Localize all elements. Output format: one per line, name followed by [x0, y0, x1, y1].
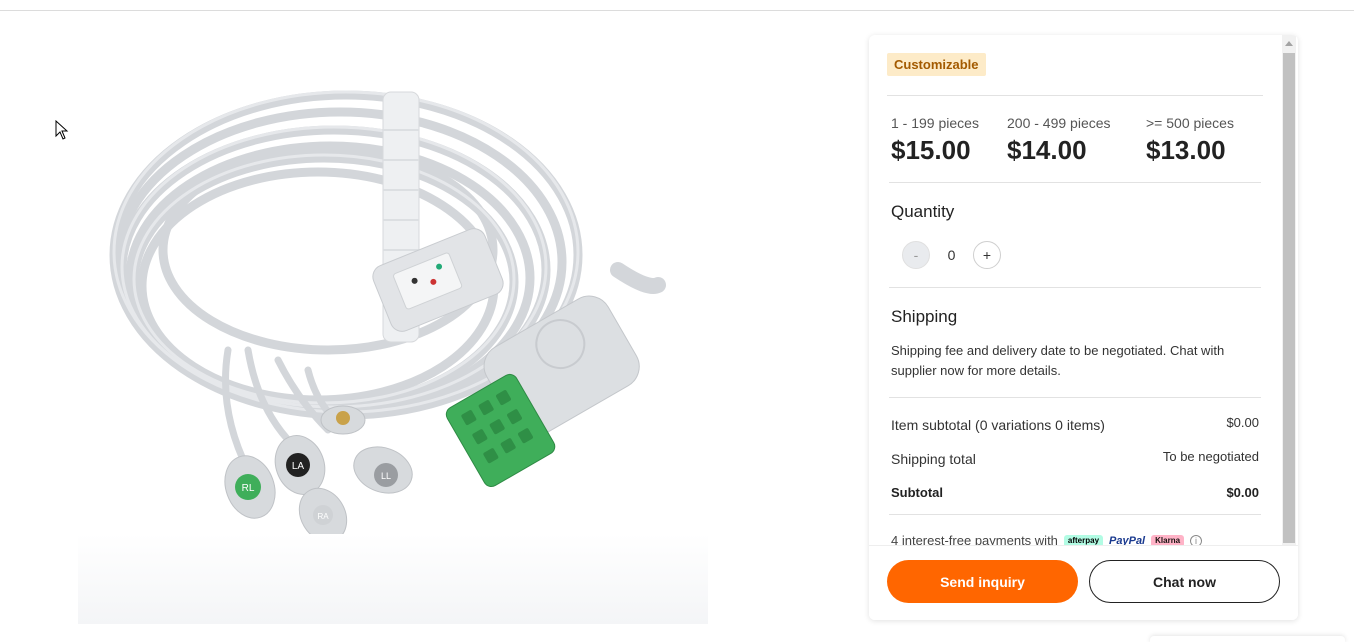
price-tier-range: 1 - 199 pieces	[891, 115, 979, 131]
send-inquiry-button[interactable]: Send inquiry	[887, 560, 1078, 603]
klarna-logo: Klarna	[1151, 534, 1185, 545]
installment-payments: 4 interest-free payments with afterpay P…	[891, 533, 1203, 546]
quantity-increment-button[interactable]: +	[973, 241, 1001, 269]
purchase-panel: Customizable 1 - 199 pieces $15.00 200 -…	[869, 35, 1298, 620]
quantity-title: Quantity	[891, 202, 955, 221]
divider	[889, 182, 1261, 183]
subtotal-value: $0.00	[1226, 485, 1259, 500]
header-divider	[0, 10, 1354, 11]
la-lead-label: LA	[292, 461, 305, 472]
divider	[889, 514, 1261, 515]
quantity-stepper: - 0 +	[902, 241, 1002, 269]
price-tier-range: >= 500 pieces	[1146, 115, 1234, 131]
item-subtotal-value: $0.00	[1226, 415, 1259, 430]
purchase-panel-scroll-area[interactable]: Customizable 1 - 199 pieces $15.00 200 -…	[869, 35, 1281, 545]
shipping-total-value: To be negotiated	[1162, 449, 1259, 464]
price-tier-range: 200 - 499 pieces	[1007, 115, 1111, 131]
shipping-title: Shipping	[891, 307, 958, 326]
chat-now-button[interactable]: Chat now	[1089, 560, 1280, 603]
info-icon[interactable]: i	[1190, 534, 1203, 545]
price-tier-2: 200 - 499 pieces $14.00	[1007, 115, 1111, 166]
shipping-total-label: Shipping total	[891, 451, 976, 467]
quantity-input[interactable]: 0	[930, 241, 973, 269]
ll-lead-label: LL	[381, 471, 391, 481]
quantity-decrement-button[interactable]: -	[902, 241, 930, 269]
shipping-note: Shipping fee and delivery date to be neg…	[891, 343, 1225, 378]
bottom-floating-panel-edge	[1150, 636, 1345, 642]
mouse-cursor-icon	[55, 120, 69, 140]
installment-text: 4 interest-free payments with	[891, 533, 1058, 545]
scrollbar-thumb[interactable]	[1283, 53, 1295, 543]
divider	[887, 95, 1263, 96]
ra-lead-label: RA	[317, 512, 329, 521]
divider	[889, 287, 1261, 288]
afterpay-logo: afterpay	[1063, 534, 1104, 545]
price-tier-price: $15.00	[891, 135, 971, 165]
divider	[889, 397, 1261, 398]
customizable-badge: Customizable	[887, 53, 986, 76]
product-image[interactable]: RL LA LL RA	[78, 50, 708, 624]
image-floor-shadow	[78, 534, 708, 624]
scroll-up-arrow-icon[interactable]	[1285, 41, 1293, 46]
panel-scrollbar[interactable]	[1282, 35, 1296, 545]
action-bar: Send inquiry Chat now	[869, 545, 1298, 620]
price-tier-1: 1 - 199 pieces $15.00	[891, 115, 979, 166]
price-tier-3: >= 500 pieces $13.00	[1146, 115, 1234, 166]
price-tier-price: $13.00	[1146, 135, 1226, 165]
subtotal-label: Subtotal	[891, 485, 943, 500]
rl-lead-label: RL	[242, 483, 255, 494]
price-tier-price: $14.00	[1007, 135, 1087, 165]
paypal-logo: PayPal	[1109, 534, 1146, 546]
item-subtotal-label: Item subtotal (0 variations 0 items)	[891, 417, 1105, 433]
